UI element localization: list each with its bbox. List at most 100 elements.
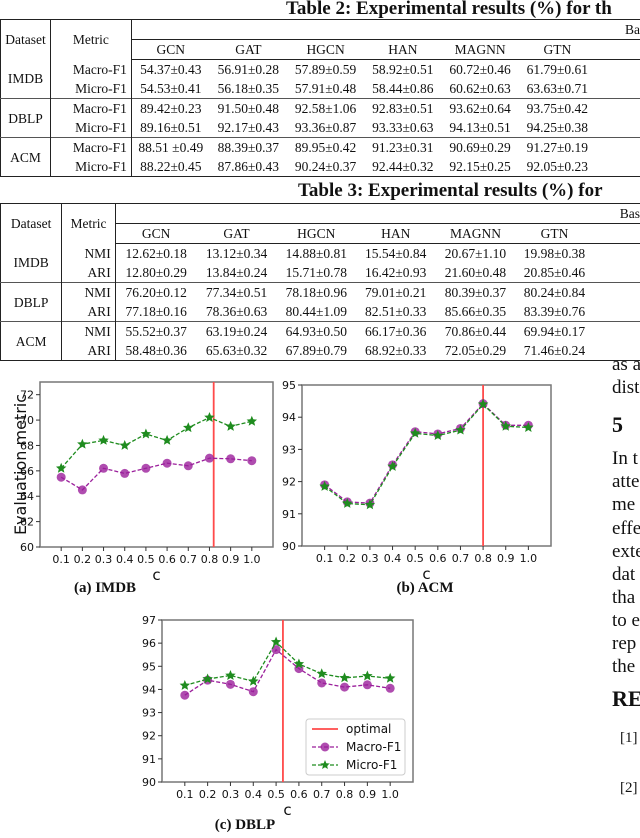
caption-a: (a) IMDB: [73, 580, 137, 596]
y-tick-label: 92: [282, 476, 296, 489]
x-tick-label: 0.9: [359, 788, 377, 801]
x-tick-label: 0.6: [158, 553, 176, 566]
x-tick-label: 0.7: [452, 552, 470, 565]
references-heading: RE: [612, 686, 640, 711]
legend-circle-icon: [320, 742, 330, 752]
y-tick-label: 95: [142, 660, 156, 673]
macro-f1-point: [141, 463, 151, 473]
x-tick-label: 0.6: [429, 552, 447, 565]
y-tick-label: 94: [142, 683, 156, 696]
figure-charts: 606264666870720.1 0.2 0.3 0.4 0.5 0.6 0.7 0.8 0.…: [11, 379, 552, 819]
x-tick-label: 0.3: [95, 553, 113, 566]
micro-f1-point: [179, 680, 190, 690]
macro-f1-point: [162, 458, 172, 468]
reference-1: [1]: [620, 730, 638, 746]
y-tick-label: 93: [282, 443, 296, 456]
macro-f1-point: [56, 472, 66, 482]
x-tick-label: 0.8: [336, 788, 354, 801]
series-line-macro-f1: [60, 457, 252, 491]
x-tick-label: 0.5: [137, 553, 155, 566]
series-line-micro-f1: [184, 640, 391, 687]
macro-f1-point: [317, 678, 327, 688]
body-text-line: atte: [612, 471, 640, 492]
x-tick-label: 1.0: [381, 788, 399, 801]
plot-frame: [39, 381, 274, 548]
macro-f1-point: [340, 682, 350, 692]
y-tick-label: 94: [282, 411, 296, 424]
macro-f1-point: [204, 453, 214, 463]
body-text-line: exte: [612, 541, 640, 562]
micro-f1-point: [246, 415, 257, 426]
legend-label: Macro-F1: [346, 740, 401, 754]
macro-f1-point: [225, 679, 235, 689]
micro-f1-point: [98, 434, 109, 445]
x-tick-label: 0.1: [316, 552, 334, 565]
series-line-micro-f1: [60, 416, 252, 469]
y-tick-label: 96: [142, 637, 156, 650]
x-tick-label: 0.2: [74, 553, 92, 566]
macro-f1-point: [120, 468, 130, 478]
macro-f1-point: [226, 454, 236, 464]
y-tick-label: 91: [282, 508, 296, 521]
section-heading: 5: [612, 412, 623, 437]
x-tick-label: 1.0: [243, 553, 261, 566]
y-tick-label: 60: [20, 541, 34, 554]
x-tick-label: 0.5: [267, 788, 285, 801]
x-axis-label: c: [152, 566, 160, 584]
macro-f1-point: [77, 485, 87, 495]
x-tick-label: 0.1: [52, 553, 70, 566]
y-tick-label: 95: [282, 379, 296, 392]
macro-f1-point: [362, 680, 372, 690]
caption-b: (b) ACM: [396, 580, 454, 596]
x-tick-label: 0.4: [384, 552, 402, 565]
legend-label: Micro-F1: [346, 758, 397, 772]
micro-f1-point: [140, 428, 152, 439]
body-text-line: the: [612, 656, 636, 677]
x-tick-label: 0.7: [180, 553, 198, 566]
micro-f1-point: [248, 675, 259, 686]
x-axis-label: c: [283, 801, 291, 819]
x-tick-label: 0.4: [245, 788, 263, 801]
micro-f1-point: [385, 672, 396, 683]
micro-f1-point: [77, 438, 88, 449]
chart-0: 606264666870720.1 0.2 0.3 0.4 0.5 0.6 0.7 0.8 0.…: [11, 381, 274, 584]
macro-f1-point: [247, 456, 257, 466]
micro-f1-point: [119, 440, 130, 450]
body-text-line: effe: [612, 518, 640, 539]
y-tick-label: 91: [142, 753, 156, 766]
series-line-micro-f1: [324, 403, 529, 506]
micro-f1-point: [339, 672, 350, 683]
x-tick-label: 0.6: [290, 788, 308, 801]
body-text-line: rep: [612, 633, 637, 654]
body-text-line: dist: [612, 377, 640, 398]
macro-f1-point: [183, 461, 193, 471]
micro-f1-point: [362, 670, 373, 681]
reference-2: [2]: [620, 780, 638, 796]
x-tick-label: 0.9: [497, 552, 515, 565]
chart-2: 90 91 92 93 94 95 96 97 0.1 0.2 0.3 0.4 0.5 0.6 0.7 0.8…: [142, 614, 414, 819]
body-text-line: me: [612, 494, 636, 515]
x-tick-label: 0.8: [201, 553, 219, 566]
caption-c: (c) DBLP: [214, 817, 276, 833]
micro-f1-point: [316, 668, 327, 679]
x-tick-label: 0.9: [222, 553, 240, 566]
y-tick-label: 92: [142, 730, 156, 743]
x-tick-label: 0.1: [176, 788, 194, 801]
x-tick-label: 0.5: [406, 552, 424, 565]
plot-frame: [301, 384, 552, 547]
legend-label: optimal: [346, 722, 391, 736]
x-tick-label: 0.7: [313, 788, 331, 801]
micro-f1-point: [225, 420, 236, 431]
macro-f1-point: [385, 683, 395, 693]
body-text-line: tha: [612, 587, 636, 608]
body-text-line: to e: [612, 610, 640, 631]
x-tick-label: 0.3: [222, 788, 240, 801]
y-tick-label: 90: [282, 540, 296, 553]
x-tick-label: 0.4: [116, 553, 134, 566]
y-tick-label: 90: [142, 776, 156, 789]
x-tick-label: 0.2: [339, 552, 357, 565]
body-text-line: as a: [612, 354, 640, 375]
y-tick-label: 97: [142, 614, 156, 627]
x-tick-label: 0.2: [199, 788, 217, 801]
x-tick-label: 0.8: [474, 552, 492, 565]
